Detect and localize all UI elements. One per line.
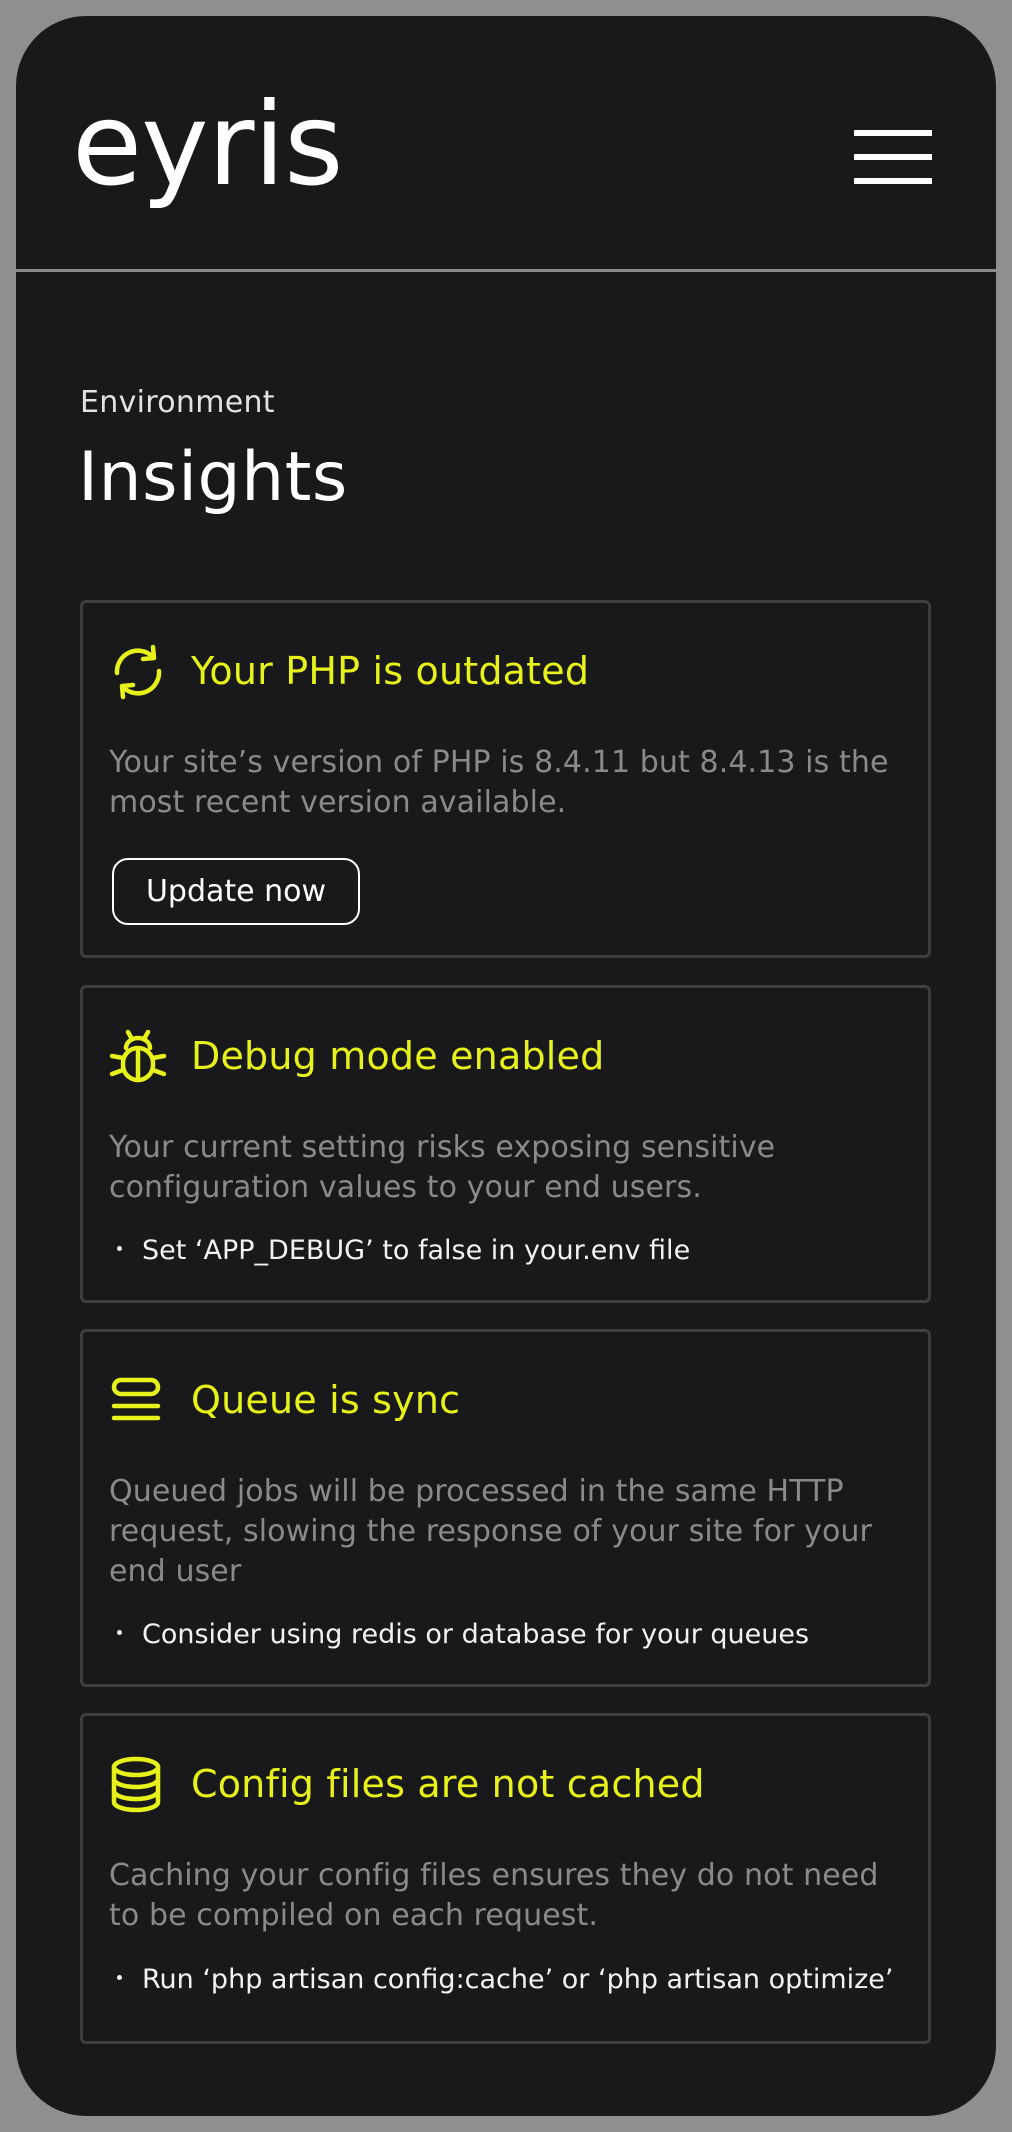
section-eyebrow: Environment [80,385,275,420]
recommendation-item: Consider using redis or database for you… [117,1619,917,1650]
app-screen: eyris Environment Insights Your PHP is o… [16,16,996,2116]
hamburger-menu-icon[interactable] [854,130,932,186]
card-header: Your PHP is outdated [109,643,909,703]
insight-card-debug-mode: Debug mode enabled Your current setting … [80,985,931,1303]
card-title: Debug mode enabled [191,1034,605,1078]
recommendation-item: Set ‘APP_DEBUG’ to false in your.env fil… [117,1235,917,1266]
insight-card-config-cache: Config files are not cached Caching your… [80,1713,931,2044]
card-header: Debug mode enabled [109,1028,909,1088]
brand-logo[interactable]: eyris [72,88,344,202]
recommendation-item: Run ‘php artisan config:cache’ or ‘php a… [117,1964,917,1995]
card-description: Your site’s version of PHP is 8.4.11 but… [109,745,889,820]
device-frame: eyris Environment Insights Your PHP is o… [0,0,1012,2132]
card-description: Your current setting risks exposing sens… [109,1130,776,1205]
card-description: Caching your config files ensures they d… [109,1858,879,1933]
refresh-icon [114,644,162,700]
card-title: Your PHP is outdated [191,649,590,693]
card-header: Config files are not cached [109,1756,909,1816]
insight-card-php-outdated: Your PHP is outdated Your site’s version… [80,600,931,958]
database-icon [111,1756,161,1813]
bug-icon [109,1029,167,1083]
card-title: Config files are not cached [191,1762,705,1806]
insight-card-queue-sync: Queue is sync Queued jobs will be proces… [80,1329,931,1687]
card-description: Queued jobs will be processed in the sam… [109,1474,872,1589]
queue-stack-icon [111,1377,161,1421]
card-title: Queue is sync [191,1378,461,1422]
card-header: Queue is sync [109,1372,909,1432]
update-now-button[interactable]: Update now [112,858,360,925]
page-title: Insights [78,438,348,517]
app-header: eyris [16,16,996,272]
